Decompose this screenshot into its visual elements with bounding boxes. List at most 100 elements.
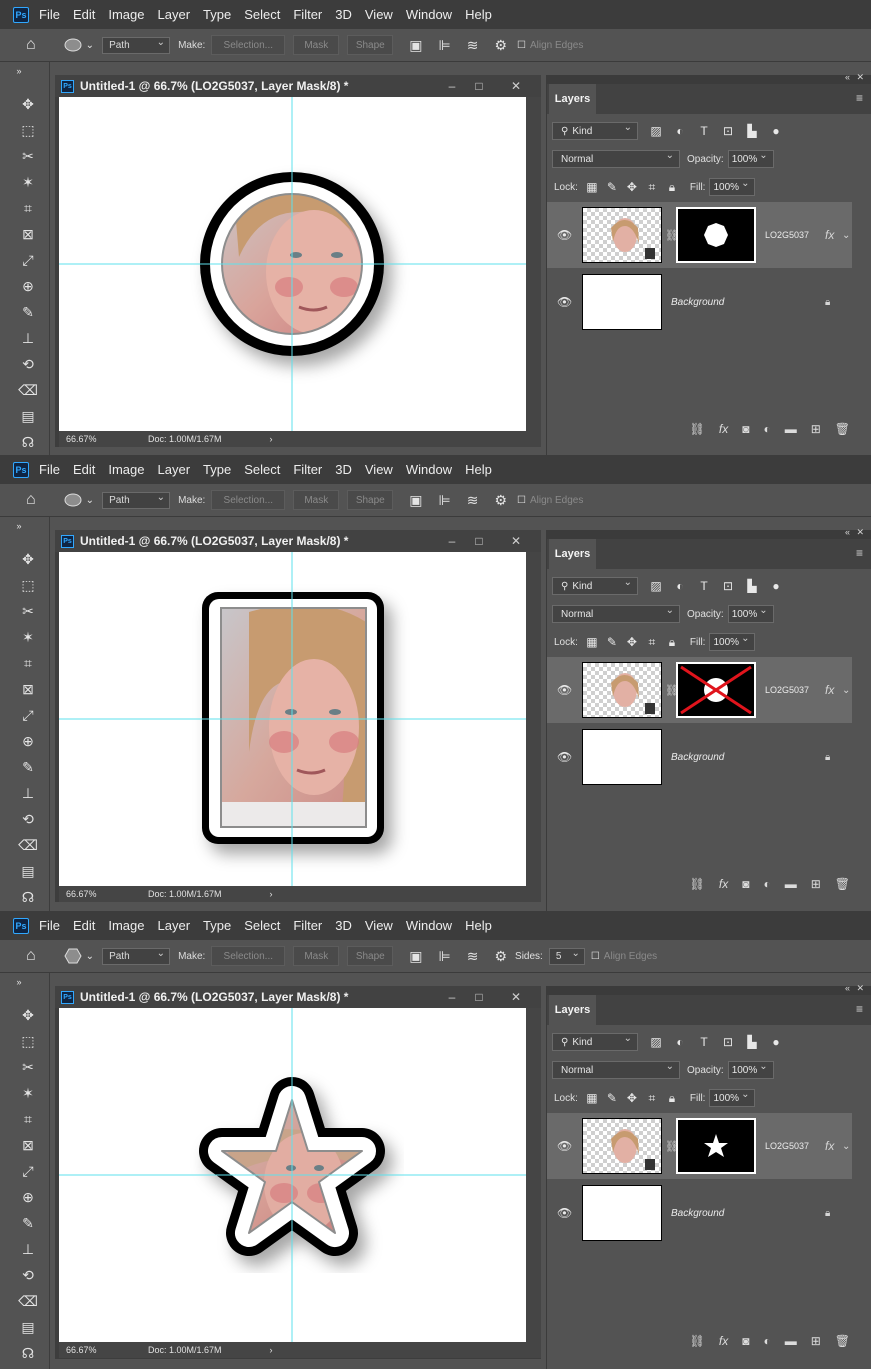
path-operations-icon[interactable]: ▣: [409, 948, 422, 965]
menu-3d[interactable]: 3D: [335, 462, 352, 477]
lock-position-icon[interactable]: ✥: [624, 180, 640, 194]
close-icon[interactable]: ✕: [509, 990, 523, 1004]
pixel-filter-icon[interactable]: ▨: [648, 579, 664, 593]
close-icon[interactable]: ✕: [509, 534, 523, 548]
menu-edit[interactable]: Edit: [73, 7, 95, 22]
mask-button[interactable]: Mask: [293, 490, 340, 510]
healing-brush-icon[interactable]: ⊕: [19, 732, 37, 750]
menu-type[interactable]: Type: [203, 462, 231, 477]
menu-view[interactable]: View: [365, 462, 393, 477]
lock-all-icon[interactable]: 🔒︎: [664, 180, 680, 195]
ellipse-tool-icon[interactable]: [64, 38, 82, 52]
tab-layers[interactable]: Layers: [549, 84, 596, 114]
add-mask-icon[interactable]: ◙: [742, 1334, 749, 1348]
menu-type[interactable]: Type: [203, 7, 231, 22]
lock-artboard-icon[interactable]: ⌗: [644, 1091, 660, 1106]
menu-window[interactable]: Window: [406, 7, 452, 22]
selection-button[interactable]: Selection...: [211, 490, 286, 510]
crop-tool-icon[interactable]: ⌗: [19, 654, 37, 672]
frame-tool-icon[interactable]: ⊠: [19, 1136, 37, 1154]
layer-row-background[interactable]: 👁︎ Background 🔒︎: [547, 1180, 852, 1246]
crop-tool-icon[interactable]: ⌗: [19, 199, 37, 217]
shape-button[interactable]: Shape: [347, 490, 394, 510]
close-panel-icon[interactable]: ✕: [856, 527, 864, 538]
layer-name[interactable]: LO2G5037: [765, 230, 809, 240]
fx-menu-icon[interactable]: fx: [719, 1334, 728, 1348]
delete-layer-icon[interactable]: 🗑︎: [835, 877, 850, 891]
panel-menu-icon[interactable]: ≡: [856, 91, 863, 105]
chevron-down-icon[interactable]: ⌄: [86, 40, 94, 51]
shape-button[interactable]: Shape: [347, 946, 394, 966]
fx-badge[interactable]: fx: [825, 228, 834, 242]
gear-icon[interactable]: ⚙: [494, 948, 507, 965]
magic-wand-icon[interactable]: ✶: [19, 173, 37, 191]
shape-filter-icon[interactable]: ⊡: [720, 1035, 736, 1049]
filter-toggle-icon[interactable]: ●: [768, 579, 784, 593]
path-alignment-icon[interactable]: ⊫: [439, 948, 451, 965]
selection-button[interactable]: Selection...: [211, 946, 286, 966]
fill-input[interactable]: 100%: [709, 178, 756, 196]
new-layer-icon[interactable]: ⊞: [811, 877, 821, 891]
polygon-tool-icon[interactable]: [64, 948, 82, 964]
canvas[interactable]: [59, 552, 526, 886]
canvas[interactable]: [59, 1008, 526, 1342]
brush-tool-icon[interactable]: ✎: [19, 303, 37, 321]
document-tab[interactable]: Ps Untitled-1 @ 66.7% (LO2G5037, Layer M…: [55, 530, 541, 552]
layer-row-background[interactable]: 👁︎ Background 🔒︎: [547, 724, 852, 790]
maximize-icon[interactable]: □: [472, 990, 486, 1004]
lock-all-icon[interactable]: 🔒︎: [664, 1091, 680, 1106]
lock-transparent-icon[interactable]: ▦: [584, 180, 600, 194]
collapse-panel-icon[interactable]: «: [845, 983, 850, 993]
path-arrangement-icon[interactable]: ≋: [467, 492, 479, 509]
chevron-down-icon[interactable]: ⌄: [86, 495, 94, 506]
move-tool-icon[interactable]: ✥: [19, 95, 37, 113]
blur-tool-icon[interactable]: ☊: [19, 1344, 37, 1362]
menu-help[interactable]: Help: [465, 462, 492, 477]
gradient-tool-icon[interactable]: ▤: [19, 407, 37, 425]
background-layer-name[interactable]: Background: [671, 297, 724, 308]
menu-image[interactable]: Image: [108, 918, 144, 933]
stamp-tool-icon[interactable]: ⊥: [19, 784, 37, 802]
lock-transparent-icon[interactable]: ▦: [584, 1091, 600, 1105]
lock-artboard-icon[interactable]: ⌗: [644, 635, 660, 650]
pixel-filter-icon[interactable]: ▨: [648, 1035, 664, 1049]
adjustment-filter-icon[interactable]: ◐: [672, 1035, 688, 1049]
menu-layer[interactable]: Layer: [158, 918, 191, 933]
menu-select[interactable]: Select: [244, 462, 280, 477]
menu-window[interactable]: Window: [406, 918, 452, 933]
marquee-tool-icon[interactable]: ⬚: [19, 1032, 37, 1050]
mask-button[interactable]: Mask: [293, 946, 340, 966]
tab-layers[interactable]: Layers: [549, 995, 596, 1025]
vertical-scrollbar[interactable]: [526, 97, 541, 431]
tab-layers[interactable]: Layers: [549, 539, 596, 569]
smart-object-filter-icon[interactable]: ▙: [744, 124, 760, 138]
eyedropper-icon[interactable]: ⤢: [19, 706, 37, 724]
menu-file[interactable]: File: [39, 462, 60, 477]
history-brush-icon[interactable]: ⟲: [19, 810, 37, 828]
menu-filter[interactable]: Filter: [293, 7, 322, 22]
selection-button[interactable]: Selection...: [211, 35, 286, 55]
new-group-icon[interactable]: ▬: [785, 877, 797, 891]
mask-button[interactable]: Mask: [293, 35, 340, 55]
zoom-level[interactable]: 66.67%: [66, 1345, 148, 1355]
visibility-eye-icon[interactable]: 👁︎: [557, 1139, 572, 1153]
gradient-tool-icon[interactable]: ▤: [19, 1318, 37, 1336]
delete-layer-icon[interactable]: 🗑︎: [835, 422, 850, 436]
minimize-icon[interactable]: –: [445, 990, 459, 1004]
path-mode-select[interactable]: Path: [102, 491, 171, 509]
lock-position-icon[interactable]: ✥: [624, 1091, 640, 1105]
layer-name[interactable]: LO2G5037: [765, 685, 809, 695]
layer-row-lo2g5037[interactable]: 👁︎ ⛓ LO2G5037 fx ⌄: [547, 202, 852, 268]
path-operations-icon[interactable]: ▣: [409, 37, 422, 54]
home-icon[interactable]: ⌂: [26, 491, 36, 509]
zoom-level[interactable]: 66.67%: [66, 889, 148, 899]
menu-help[interactable]: Help: [465, 918, 492, 933]
visibility-eye-icon[interactable]: 👁︎: [557, 1206, 572, 1220]
smart-object-filter-icon[interactable]: ▙: [744, 579, 760, 593]
panel-menu-icon[interactable]: ≡: [856, 546, 863, 560]
document-tab[interactable]: Ps Untitled-1 @ 66.7% (LO2G5037, Layer M…: [55, 986, 541, 1008]
layer-row-lo2g5037[interactable]: 👁︎ ⛓ LO2G5037 fx ⌄: [547, 1113, 852, 1179]
menu-3d[interactable]: 3D: [335, 918, 352, 933]
marquee-tool-icon[interactable]: ⬚: [19, 121, 37, 139]
document-tab[interactable]: Ps Untitled-1 @ 66.7% (LO2G5037, Layer M…: [55, 75, 541, 97]
